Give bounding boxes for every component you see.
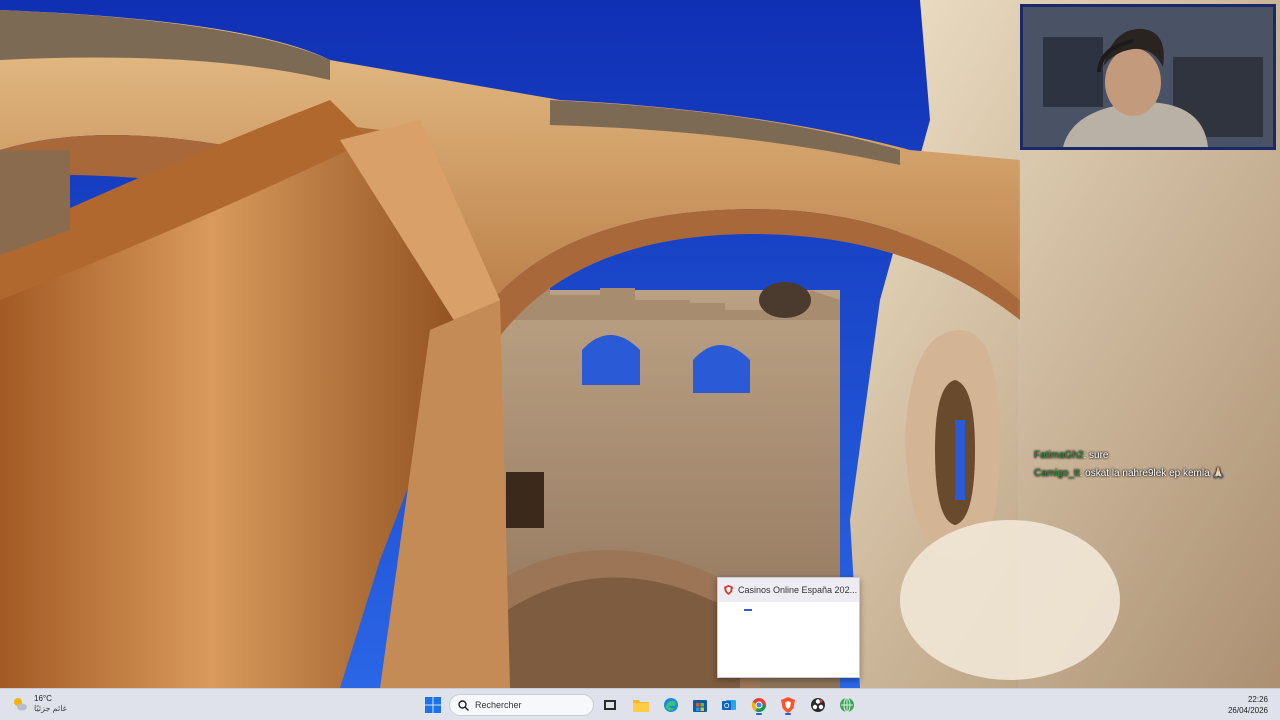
- edge-icon: [664, 698, 678, 712]
- preview-title: Casinos Online España 202...: [738, 585, 858, 595]
- start-button[interactable]: [422, 694, 444, 716]
- loading-indicator: [744, 609, 752, 611]
- weather-widget[interactable]: 16°C غائم جزئيًا: [12, 694, 67, 714]
- network-app-button[interactable]: [836, 694, 858, 716]
- search-icon: [458, 699, 469, 711]
- brave-shield-icon: [724, 585, 733, 595]
- preview-header[interactable]: Casinos Online España 202...: [718, 578, 859, 602]
- clock-time: 22:26: [1247, 695, 1268, 704]
- windows-logo-icon: [425, 697, 441, 713]
- outlook-icon: O: [722, 700, 736, 710]
- store-icon: [693, 700, 707, 712]
- taskbar: 16°C غائم جزئيًا Rechercher O 22:26 26/0…: [0, 688, 1280, 720]
- partly-cloudy-icon: [14, 698, 27, 711]
- clock-date: 26/04/2026: [1227, 706, 1268, 715]
- taskbar-search-box[interactable]: Rechercher: [449, 694, 594, 716]
- file-explorer-button[interactable]: [630, 694, 652, 716]
- browser-window-preview[interactable]: Casinos Online España 202...: [717, 577, 860, 678]
- brave-button[interactable]: [777, 694, 799, 716]
- folder-icon: [633, 700, 649, 712]
- chat-message: FatimaGh2: sure: [1034, 450, 1108, 461]
- task-view-icon: [604, 700, 616, 710]
- chrome-icon: [751, 698, 766, 712]
- chat-text: : oskat la nahre9lek ep kemla 🙏🏻: [1079, 468, 1225, 479]
- globe-icon: [840, 697, 854, 713]
- obs-button[interactable]: [807, 694, 829, 716]
- chrome-button[interactable]: [748, 694, 770, 716]
- store-button[interactable]: [689, 694, 711, 716]
- brave-lion-icon: [781, 697, 795, 713]
- webcam-overlay: [1020, 4, 1276, 150]
- chat-overlay: FatimaGh2: sure Camigo_tt: oskat la nahr…: [1018, 150, 1280, 688]
- system-clock[interactable]: 22:26 26/04/2026: [1228, 694, 1268, 716]
- weather-description: غائم جزئيًا: [34, 704, 67, 713]
- obs-icon: [811, 698, 825, 712]
- chat-text: : sure: [1083, 450, 1109, 461]
- outlook-button[interactable]: O: [718, 694, 740, 716]
- chat-username: Camigo_tt: [1034, 468, 1080, 479]
- running-indicator: [785, 713, 791, 715]
- chat-message: Camigo_tt: oskat la nahre9lek ep kemla 🙏…: [1034, 468, 1225, 479]
- search-placeholder: Rechercher: [475, 700, 522, 710]
- task-view-button[interactable]: [599, 694, 621, 716]
- edge-button[interactable]: [660, 694, 682, 716]
- svg-text:O: O: [724, 703, 730, 710]
- running-indicator: [756, 713, 762, 715]
- weather-temperature: 16°C: [34, 694, 52, 703]
- chat-username: FatimaGh2: [1034, 450, 1084, 461]
